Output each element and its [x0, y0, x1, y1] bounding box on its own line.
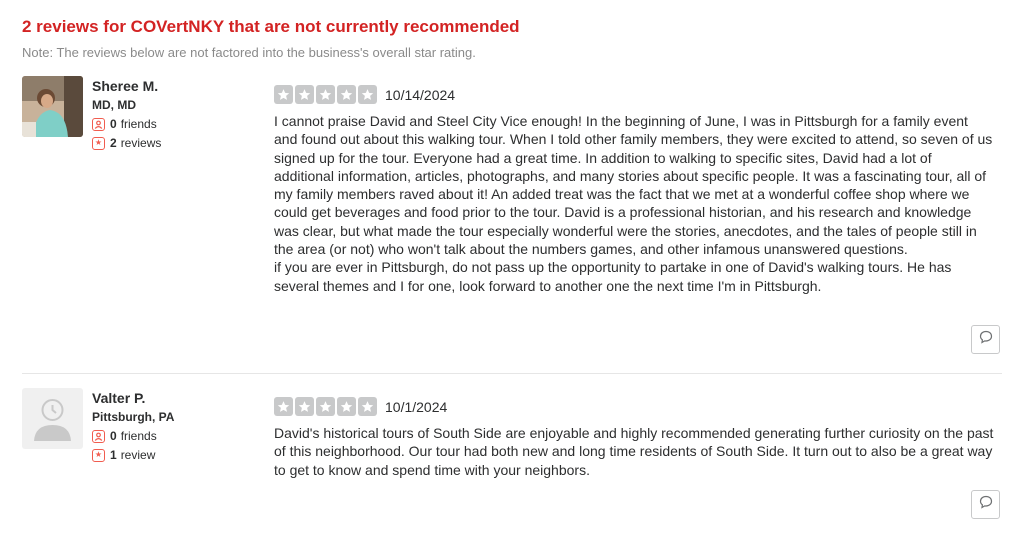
- default-user-icon: [22, 388, 83, 449]
- user-info: Sheree M. MD, MD 0 friends ★ 2 reviews: [92, 78, 161, 150]
- review-count-star-icon: ★: [92, 448, 105, 462]
- star-icon: [337, 397, 356, 416]
- review-item: Sheree M. MD, MD 0 friends ★ 2 reviews 1…: [22, 76, 1002, 374]
- review-item: Valter P. Pittsburgh, PA 0 friends ★ 1 r…: [22, 388, 1002, 528]
- star-icon: [316, 397, 335, 416]
- review-count-star-icon: ★: [92, 136, 105, 150]
- star-icon: [358, 85, 377, 104]
- review-text: I cannot praise David and Steel City Vic…: [274, 113, 993, 294]
- star-icon: [274, 397, 293, 416]
- star-rating: 10/14/2024: [274, 85, 455, 104]
- star-icon: [295, 85, 314, 104]
- user-name[interactable]: Valter P.: [92, 390, 174, 407]
- star-icon: [358, 397, 377, 416]
- section-title: 2 reviews for COVertNKY that are not cur…: [22, 17, 520, 36]
- reviews-count: 1: [110, 448, 117, 462]
- star-rating: 10/1/2024: [274, 397, 447, 416]
- friends-count: 0: [110, 429, 117, 443]
- user-location: MD, MD: [92, 98, 136, 112]
- section-note: Note: The reviews below are not factored…: [22, 45, 476, 60]
- user-name[interactable]: Sheree M.: [92, 78, 161, 95]
- reviews-label: reviews: [120, 136, 162, 150]
- reviews-label: review: [120, 448, 156, 462]
- user-location: Pittsburgh, PA: [92, 410, 175, 424]
- star-icon: [316, 85, 335, 104]
- friends-stat: 0 friends: [92, 429, 174, 443]
- friends-stat: 0 friends: [92, 117, 161, 131]
- review-text: David's historical tours of South Side a…: [274, 425, 994, 478]
- star-icon: [274, 85, 293, 104]
- review-date: 10/1/2024: [385, 398, 448, 415]
- comment-button[interactable]: [971, 325, 1000, 354]
- reviews-count: 2: [110, 136, 117, 150]
- user-info: Valter P. Pittsburgh, PA 0 friends ★ 1 r…: [92, 390, 174, 462]
- avatar[interactable]: [22, 388, 83, 449]
- comment-button[interactable]: [971, 490, 1000, 519]
- star-icon: [337, 85, 356, 104]
- not-recommended-reviews-page: 2 reviews for COVertNKY that are not cur…: [0, 0, 1024, 536]
- reviews-stat: ★ 2 reviews: [92, 136, 161, 150]
- friends-icon: [92, 117, 105, 131]
- review-date: 10/14/2024: [385, 86, 456, 103]
- speech-bubble-icon: [979, 330, 993, 349]
- star-icon: [295, 397, 314, 416]
- friends-icon: [92, 429, 105, 443]
- friends-label: friends: [120, 117, 157, 131]
- friends-count: 0: [110, 117, 117, 131]
- reviews-stat: ★ 1 review: [92, 448, 174, 462]
- friends-label: friends: [120, 429, 157, 443]
- speech-bubble-icon: [979, 495, 993, 514]
- avatar[interactable]: [22, 76, 83, 137]
